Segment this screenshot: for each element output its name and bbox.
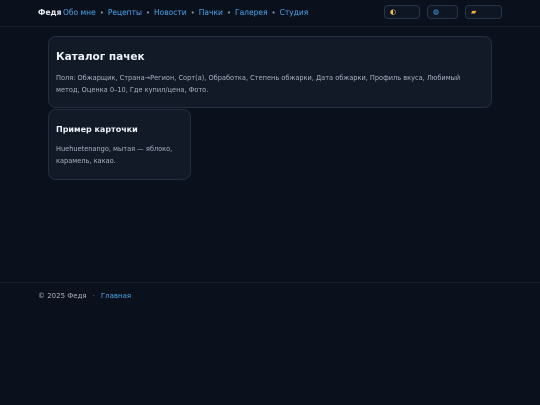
- nav-separator: •: [145, 8, 151, 17]
- moon-icon: ◐: [390, 8, 397, 16]
- folder-icon: ▰: [471, 8, 477, 16]
- main-nav: Обо мне • Рецепты • Новости • Пачки • Га…: [63, 8, 308, 17]
- nav-link-studio[interactable]: Студия: [280, 8, 309, 17]
- catalog-title: Каталог пачек: [56, 51, 145, 63]
- nav-link-packs[interactable]: Пачки: [199, 8, 223, 17]
- folder-button[interactable]: ▰: [465, 5, 502, 19]
- footer-separator: ·: [92, 292, 95, 300]
- nav-link-about[interactable]: Обо мне: [63, 8, 96, 17]
- nav-link-recipes[interactable]: Рецепты: [108, 8, 142, 17]
- top-navigation-bar: Федя Обо мне • Рецепты • Новости • Пачки…: [0, 0, 540, 27]
- nav-link-gallery[interactable]: Галерея: [235, 8, 267, 17]
- footer: © 2025 Федя · Главная: [0, 282, 540, 405]
- example-card-title: Пример карточки: [56, 125, 138, 134]
- nav-separator: •: [190, 8, 195, 17]
- example-card: Пример карточки Huehuetenango, мытая — я…: [48, 109, 191, 180]
- nav-separator: •: [99, 8, 104, 17]
- globe-icon: ◍: [433, 8, 440, 16]
- language-button[interactable]: ◍: [427, 5, 458, 19]
- footer-home-link[interactable]: Главная: [101, 292, 131, 300]
- page: Федя Обо мне • Рецепты • Новости • Пачки…: [0, 0, 540, 405]
- nav-separator: •: [271, 8, 276, 17]
- example-card-text: Huehuetenango, мытая — яблоко, карамель,…: [56, 145, 173, 165]
- brand-name[interactable]: Федя: [38, 8, 61, 17]
- catalog-card: Каталог пачек Поля: Обжарщик, Страна→Рег…: [48, 36, 492, 108]
- catalog-fields-text: Поля: Обжарщик, Страна→Регион, Сорт(а), …: [56, 74, 461, 94]
- copyright-text: © 2025 Федя: [38, 292, 87, 300]
- nav-separator: •: [226, 8, 231, 17]
- footer-row: © 2025 Федя · Главная: [38, 292, 131, 300]
- nav-link-news[interactable]: Новости: [154, 8, 187, 17]
- theme-toggle-button[interactable]: ◐: [384, 5, 420, 19]
